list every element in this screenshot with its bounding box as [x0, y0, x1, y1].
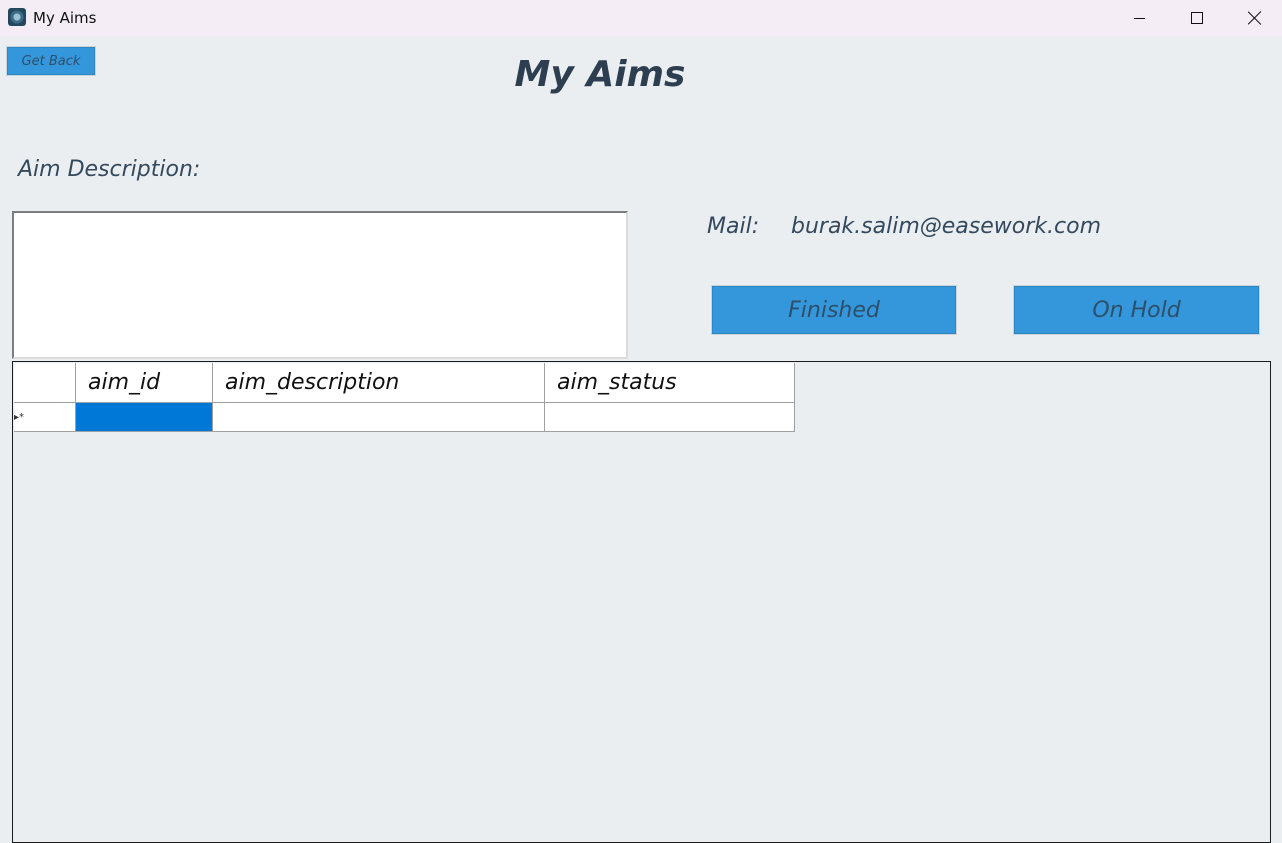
- minimize-button[interactable]: [1110, 0, 1168, 36]
- mail-value: burak.salim@easework.com: [791, 214, 1101, 239]
- aims-data-grid[interactable]: aim_id aim_description aim_status ▸*: [12, 361, 1271, 843]
- aim-description-input[interactable]: [12, 211, 628, 359]
- column-header-aim-status[interactable]: aim_status: [544, 363, 795, 403]
- row-header-corner[interactable]: [14, 363, 76, 403]
- table-header-row: aim_id aim_description aim_status: [14, 363, 795, 403]
- on-hold-button[interactable]: On Hold: [1013, 285, 1260, 335]
- close-icon: [1248, 11, 1262, 25]
- window-title: My Aims: [33, 9, 97, 27]
- maximize-button[interactable]: [1168, 0, 1226, 36]
- column-header-aim-id[interactable]: aim_id: [75, 363, 213, 403]
- mail-label: Mail:: [707, 214, 760, 239]
- table-row[interactable]: ▸*: [14, 402, 795, 432]
- cell-aim-id[interactable]: [75, 402, 213, 432]
- column-header-aim-description[interactable]: aim_description: [212, 363, 545, 403]
- cell-aim-status[interactable]: [544, 402, 795, 432]
- app-icon: [8, 8, 26, 26]
- aims-table: aim_id aim_description aim_status ▸*: [14, 363, 795, 432]
- page-title: My Aims: [514, 54, 686, 95]
- minimize-icon: [1133, 17, 1145, 19]
- close-button[interactable]: [1226, 0, 1282, 36]
- new-row-indicator[interactable]: ▸*: [14, 402, 76, 432]
- cell-aim-description[interactable]: [212, 402, 545, 432]
- finished-button[interactable]: Finished: [711, 285, 957, 335]
- window-titlebar: My Aims: [0, 0, 1282, 36]
- maximize-icon: [1191, 12, 1203, 24]
- aim-description-label: Aim Description:: [18, 157, 201, 182]
